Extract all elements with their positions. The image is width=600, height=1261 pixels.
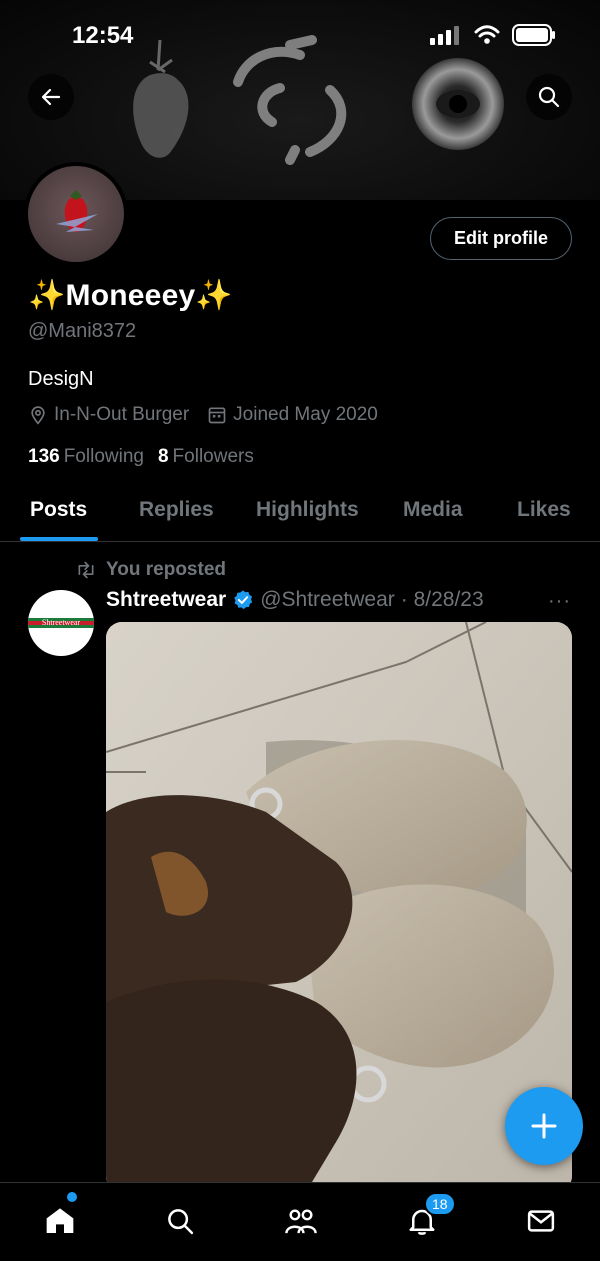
edit-profile-button[interactable]: Edit profile: [430, 217, 572, 260]
nav-search[interactable]: [160, 1201, 200, 1241]
repost-indicator: You reposted: [76, 559, 226, 581]
location-text: In-N-Out Burger: [54, 404, 190, 425]
profile-handle: @Mani8372: [28, 320, 137, 342]
post-date: · 8/28/23: [400, 588, 484, 611]
post-author-avatar[interactable]: Shtreetwear: [28, 590, 94, 656]
nav-home[interactable]: [40, 1201, 80, 1241]
post-image[interactable]: [106, 622, 572, 1192]
active-tab-indicator: [20, 537, 98, 541]
tab-media[interactable]: Media: [403, 498, 463, 522]
status-time: 12:54: [72, 22, 134, 49]
followers-link[interactable]: 8 Followers: [158, 446, 254, 468]
following-link[interactable]: 136 Following: [28, 446, 144, 468]
joined-text: Joined May 2020: [233, 404, 378, 425]
battery-icon: [512, 24, 555, 46]
tab-replies[interactable]: Replies: [139, 498, 214, 522]
communities-icon: [285, 1209, 317, 1234]
profile-search-button[interactable]: [526, 74, 572, 120]
follow-stats: 136 Following 8 Followers: [28, 446, 254, 468]
avatar-logo-text: Shtreetwear: [41, 618, 81, 627]
eye-orb-art: [412, 58, 504, 150]
followers-label: Followers: [172, 446, 254, 467]
bottom-navigation: [0, 1182, 600, 1261]
post-header: Shtreetwear @Shtreetwear · 8/28/23: [106, 588, 484, 612]
verified-badge-icon: [234, 590, 253, 610]
tab-highlights[interactable]: Highlights: [256, 498, 359, 522]
profile-tabs: Posts Replies Highlights Media Likes: [0, 488, 600, 542]
strawberry-avatar-art: [56, 190, 98, 232]
notifications-badge: 18: [424, 1192, 456, 1216]
profile-avatar[interactable]: [24, 162, 128, 266]
tab-posts[interactable]: Posts: [30, 498, 87, 522]
home-unread-dot: [67, 1192, 77, 1202]
search-icon: [538, 86, 560, 108]
post-author-name[interactable]: Shtreetwear: [106, 588, 226, 612]
location-item: In-N-Out Burger: [28, 404, 189, 426]
nav-communities[interactable]: [281, 1201, 321, 1241]
following-label: Following: [63, 446, 144, 467]
compose-post-button[interactable]: [505, 1087, 583, 1165]
avatar-image: [28, 166, 124, 262]
location-pin-icon: [31, 406, 45, 425]
plus-icon: [531, 1113, 557, 1139]
post-photo-art: [106, 622, 572, 1192]
post-author-handle: @Shtreetwear: [260, 588, 395, 611]
display-name: ✨Moneeey✨: [28, 279, 233, 312]
status-icons: [430, 24, 556, 46]
arrow-left-icon: [41, 88, 61, 106]
repost-label: You reposted: [106, 559, 226, 580]
repost-icon: [78, 561, 94, 579]
status-bar: 12:54: [0, 0, 600, 64]
followers-count: 8: [157, 446, 169, 467]
signal-icon: [430, 26, 459, 45]
profile-meta: In-N-Out Burger Joined May 2020: [28, 404, 396, 426]
following-count: 136: [28, 446, 60, 467]
back-button[interactable]: [28, 74, 74, 120]
home-icon: [46, 1208, 74, 1233]
nav-messages[interactable]: [521, 1201, 561, 1241]
profile-bio: DesigN: [28, 368, 94, 390]
mail-icon: [527, 1210, 555, 1232]
search-icon: [168, 1209, 194, 1235]
calendar-icon: [208, 407, 226, 424]
wifi-icon: [474, 25, 500, 44]
post-more-button[interactable]: ···: [548, 590, 571, 613]
tab-likes[interactable]: Likes: [517, 498, 571, 522]
joined-item: Joined May 2020: [207, 404, 378, 426]
